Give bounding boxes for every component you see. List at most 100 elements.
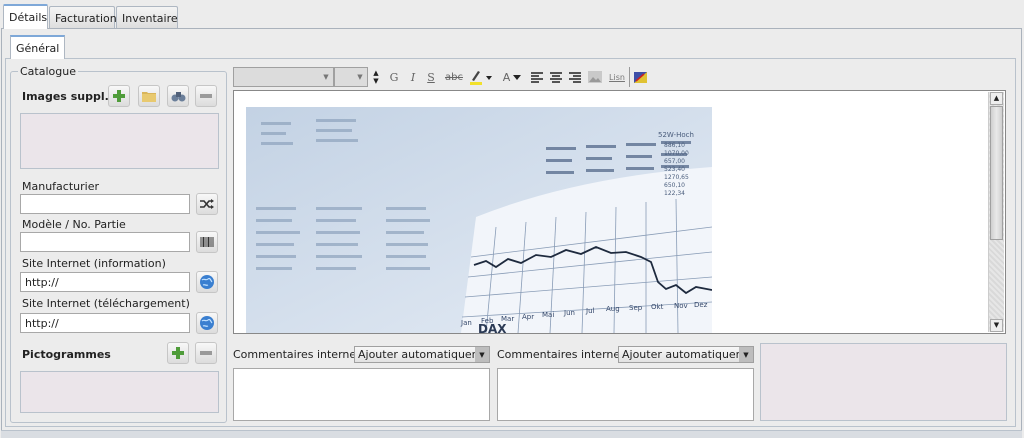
tab-general[interactable]: Général	[10, 35, 66, 59]
font-color-button[interactable]: A	[499, 67, 525, 87]
comments-textarea-1[interactable]	[233, 368, 490, 421]
size-stepper[interactable]: ▲ ▼	[369, 67, 383, 87]
open-info-site-button[interactable]	[196, 271, 218, 293]
chevron-down-icon: ▼	[353, 68, 367, 86]
underline-button[interactable]: S	[423, 67, 439, 87]
catalogue-legend: Catalogue	[18, 65, 78, 78]
editor-scrollbar[interactable]: ▲ ▼	[988, 92, 1004, 332]
comments-label-2: Commentaires internes	[497, 348, 626, 361]
site-info-label: Site Internet (information)	[22, 257, 166, 270]
shuffle-button[interactable]	[196, 193, 218, 215]
rich-text-editor[interactable]: 52W-Hoch 886,10 1070,00 657,00 523,40 12…	[233, 90, 1006, 334]
align-left-icon	[531, 71, 543, 83]
align-center-icon	[550, 71, 562, 83]
auto-add-select-1-value: Ajouter automatiqueme	[358, 348, 490, 361]
edit-source-icon	[633, 71, 647, 83]
font-color-label: A	[502, 70, 511, 84]
chart-month-label: Jul	[585, 307, 595, 315]
chart-month-label: Apr	[522, 313, 534, 321]
bottom-strip	[1, 430, 1022, 438]
barcode-icon	[200, 237, 214, 247]
open-download-site-button[interactable]	[196, 312, 218, 334]
highlight-button[interactable]	[468, 67, 494, 87]
tab-inventaire[interactable]: Inventaire	[116, 6, 178, 28]
barcode-button[interactable]	[196, 231, 218, 253]
chart-month-label: Aug	[606, 305, 620, 313]
globe-icon	[200, 275, 214, 289]
chart-month-label: Mai	[542, 311, 554, 319]
chart-month-label: Okt	[651, 303, 664, 311]
chevron-down-icon: ▼	[739, 347, 753, 362]
chart-table-value: 122,34	[664, 190, 685, 197]
shuffle-icon	[200, 199, 214, 209]
arrow-up-icon: ▲	[373, 69, 379, 77]
align-center-button[interactable]	[548, 67, 564, 87]
images-label: Images suppl.	[22, 90, 109, 103]
comments-label-1: Commentaires internes	[233, 348, 362, 361]
arrow-down-icon: ▼	[373, 77, 379, 85]
image-icon	[588, 71, 602, 83]
plus-icon	[113, 90, 125, 102]
tab-details[interactable]: Détails	[3, 4, 48, 29]
chart-month-label: Sep	[629, 304, 643, 312]
align-left-button[interactable]	[529, 67, 545, 87]
chart-table-value: 1070,00	[664, 150, 689, 157]
pictograms-list[interactable]	[20, 371, 219, 413]
folder-icon	[141, 91, 156, 102]
side-panel	[760, 343, 1007, 421]
chart-index-title: DAX	[478, 322, 507, 333]
font-size-select[interactable]: ▼	[334, 67, 368, 87]
model-input[interactable]	[20, 232, 190, 252]
scroll-down-arrow[interactable]: ▼	[990, 319, 1003, 332]
chart-month-label: Dez	[694, 301, 708, 309]
chart-month-label: Nov	[674, 302, 688, 310]
site-download-input[interactable]: http://	[20, 313, 190, 333]
scroll-up-arrow[interactable]: ▲	[990, 92, 1003, 105]
add-image-button[interactable]	[108, 85, 130, 107]
chevron-down-icon: ▼	[319, 68, 333, 86]
source-button[interactable]	[632, 67, 648, 87]
chart-table-header: 52W-Hoch	[658, 131, 694, 139]
chart-table-value: 523,40	[664, 166, 685, 173]
chevron-down-icon	[513, 74, 522, 80]
add-pictogram-button[interactable]	[167, 342, 189, 364]
align-right-icon	[569, 71, 581, 83]
comments-textarea-2[interactable]	[497, 368, 754, 421]
insert-image-button[interactable]	[586, 67, 604, 87]
folder-button[interactable]	[138, 85, 160, 107]
tab-facturation[interactable]: Facturation	[49, 6, 117, 28]
font-family-select[interactable]: ▼	[233, 67, 334, 87]
pictograms-label: Pictogrammes	[22, 348, 111, 361]
manufacturer-label: Manufacturier	[22, 180, 99, 193]
strike-button[interactable]: abc	[443, 67, 465, 87]
search-image-button[interactable]	[167, 85, 189, 107]
auto-add-select-2[interactable]: Ajouter automatiqueme ▼	[618, 346, 754, 363]
auto-add-select-1[interactable]: Ajouter automatiqueme ▼	[354, 346, 490, 363]
chart-table-value: 886,10	[664, 142, 685, 149]
italic-button[interactable]: I	[405, 67, 421, 87]
minus-icon	[200, 351, 212, 355]
model-label: Modèle / No. Partie	[22, 218, 126, 231]
align-right-button[interactable]	[567, 67, 583, 87]
list-button[interactable]: Lisn	[606, 67, 628, 87]
manufacturer-input[interactable]	[20, 194, 190, 214]
highlighter-icon	[470, 71, 492, 85]
chart-month-label: Jan	[460, 319, 472, 327]
auto-add-select-2-value: Ajouter automatiqueme	[622, 348, 754, 361]
images-list[interactable]	[20, 113, 219, 169]
scroll-thumb[interactable]	[990, 106, 1003, 240]
chart-table-value: 657,00	[664, 158, 685, 165]
remove-image-button[interactable]	[195, 85, 217, 107]
stock-chart-image: 52W-Hoch 886,10 1070,00 657,00 523,40 12…	[246, 107, 712, 333]
binoculars-icon	[171, 91, 185, 101]
chart-table-value: 1270,65	[664, 174, 689, 181]
chart-month-label: Jun	[563, 309, 575, 317]
remove-pictogram-button[interactable]	[195, 342, 217, 364]
toolbar-separator	[629, 67, 630, 87]
bold-button[interactable]: G	[386, 67, 402, 87]
globe-icon	[200, 316, 214, 330]
chevron-down-icon: ▼	[475, 347, 489, 362]
plus-icon	[172, 347, 184, 359]
site-info-input[interactable]: http://	[20, 272, 190, 292]
site-download-label: Site Internet (téléchargement)	[22, 297, 190, 310]
